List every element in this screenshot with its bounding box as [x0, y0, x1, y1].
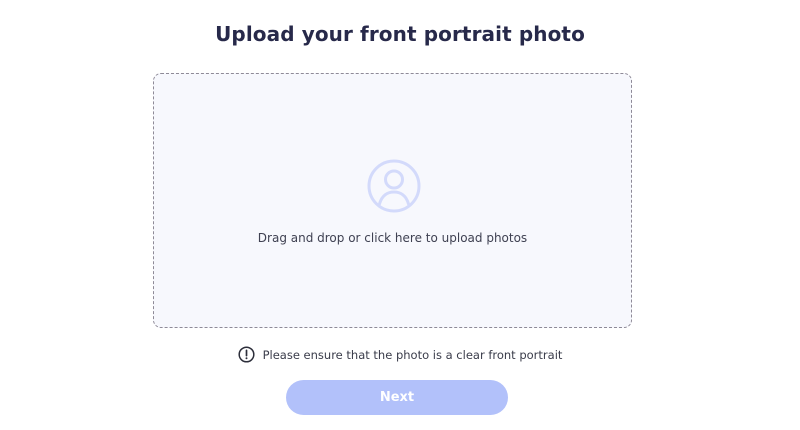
user-avatar-icon	[367, 159, 421, 213]
photo-dropzone[interactable]: Drag and drop or click here to upload ph…	[153, 73, 632, 328]
upload-page: Upload your front portrait photo Drag an…	[0, 0, 800, 430]
exclamation-circle-icon	[238, 346, 255, 363]
notice-message: Please ensure that the photo is a clear …	[0, 346, 800, 363]
dropzone-instruction: Drag and drop or click here to upload ph…	[257, 231, 528, 245]
next-button[interactable]: Next	[286, 380, 508, 415]
page-title: Upload your front portrait photo	[215, 22, 585, 46]
notice-text: Please ensure that the photo is a clear …	[262, 347, 563, 362]
